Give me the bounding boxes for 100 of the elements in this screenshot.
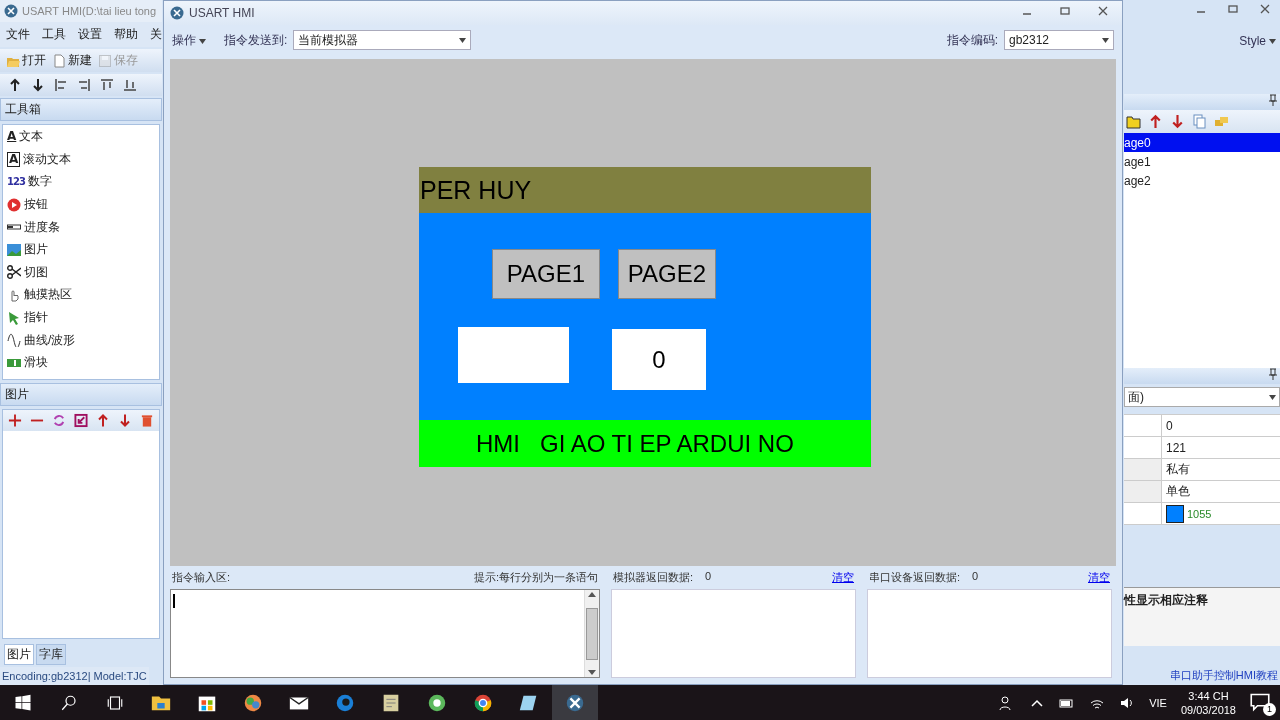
toolbox-item[interactable]: 指针 xyxy=(24,309,48,327)
page-button[interactable]: PAGE1 xyxy=(492,249,600,299)
menu-item[interactable]: 工具 xyxy=(42,26,66,43)
table-cell[interactable]: 0 xyxy=(1162,415,1280,437)
send-to-dropdown[interactable]: 当前模拟器 xyxy=(293,30,472,50)
image-icon xyxy=(7,242,21,257)
screen-header: PER HUY xyxy=(419,167,871,213)
table-cell[interactable]: 121 xyxy=(1162,437,1280,459)
notification-icon[interactable] xyxy=(1250,691,1270,712)
search-icon xyxy=(60,693,78,712)
add-icon[interactable] xyxy=(8,413,22,428)
table-cell[interactable]: 1055 xyxy=(1162,503,1280,525)
table-cell[interactable]: 私有 xyxy=(1162,459,1280,481)
toolbox-item[interactable]: 切图 xyxy=(24,263,48,281)
scroll-down-icon[interactable] xyxy=(588,670,596,675)
color-swatch[interactable] xyxy=(1166,504,1184,523)
scroll-thumb[interactable] xyxy=(586,607,598,660)
pin-icon[interactable] xyxy=(1269,94,1277,106)
save-icon xyxy=(98,53,112,68)
trash-icon[interactable] xyxy=(140,413,154,428)
scrolling-text: HMI GI AO TI EP ARDUI NO xyxy=(419,420,871,467)
send-to-label: 指令发送到: xyxy=(224,31,288,49)
maximize-icon[interactable] xyxy=(1060,6,1070,16)
wave-icon xyxy=(7,333,21,348)
status-text: 串口助手控制HMI教程 xyxy=(1169,669,1278,681)
scroll-text-icon: A xyxy=(7,151,21,167)
toolbox-item[interactable]: 文本 xyxy=(19,128,44,146)
align-left-icon[interactable] xyxy=(54,78,68,92)
number-field[interactable]: 0 xyxy=(612,329,706,390)
return-count: 0 xyxy=(972,570,979,584)
style-menu[interactable]: Style xyxy=(1239,34,1276,48)
align-right-icon[interactable] xyxy=(77,78,91,92)
encoding-label: 指令编码: xyxy=(946,31,998,49)
notification-count: 1 xyxy=(1263,702,1276,716)
up-arrow-icon[interactable] xyxy=(8,78,22,92)
app-logo-icon xyxy=(170,6,184,20)
operate-menu[interactable]: 操作 xyxy=(172,31,206,49)
play-icon xyxy=(7,197,21,212)
toolbox-item[interactable]: 曲线/波形 xyxy=(24,331,76,349)
menu-item[interactable]: 设置 xyxy=(78,26,102,43)
cursor-icon xyxy=(7,310,21,325)
language-indicator[interactable]: VIE xyxy=(1149,696,1167,709)
close-icon[interactable] xyxy=(1098,6,1108,16)
table-cell[interactable]: 单色 xyxy=(1162,481,1280,503)
menu-item[interactable]: 文件 xyxy=(6,26,30,43)
page-item[interactable]: age0 xyxy=(1124,133,1280,152)
text-field[interactable] xyxy=(458,327,569,383)
clock-date[interactable]: 09/03/2018 xyxy=(1180,702,1236,717)
object-dropdown[interactable]: 面) xyxy=(1124,387,1280,407)
caret-icon xyxy=(1102,37,1109,43)
toolbar-button[interactable]: 新建 xyxy=(52,52,92,69)
clock-time[interactable]: 3:44 CH xyxy=(1188,688,1229,703)
pin-icon[interactable] xyxy=(1269,368,1277,380)
command-input[interactable] xyxy=(170,589,600,678)
return-label: 模拟器返回数据: xyxy=(613,570,694,585)
folder-icon[interactable] xyxy=(1126,114,1141,129)
status-text: Encoding:gb2312| Model:TJC xyxy=(0,667,149,685)
return-label: 串口设备返回数据: xyxy=(869,570,961,585)
maximize-icon[interactable] xyxy=(1228,4,1238,14)
scroll-up-icon[interactable] xyxy=(588,592,596,597)
scrollbar[interactable] xyxy=(584,590,599,677)
toolbar-button[interactable]: 打开 xyxy=(6,52,46,69)
toolbox-item[interactable]: 滑块 xyxy=(24,354,48,372)
taskbar-app[interactable] xyxy=(552,685,598,720)
close-icon[interactable] xyxy=(1260,4,1270,14)
panel-header: 图片 xyxy=(0,383,162,406)
number-icon: 123 xyxy=(7,175,25,189)
windows-logo-icon xyxy=(14,693,32,712)
property-description: 性显示相应注释 xyxy=(1124,593,1208,607)
toolbox-item[interactable]: 进度条 xyxy=(24,218,60,236)
task-view-icon xyxy=(106,693,124,712)
toolbox-item[interactable]: 按钮 xyxy=(24,196,48,214)
align-top-icon[interactable] xyxy=(100,78,114,92)
encoding-dropdown[interactable]: gb2312 xyxy=(1004,30,1114,50)
clear-link[interactable]: 清空 xyxy=(1088,570,1110,585)
tab[interactable]: 图片 xyxy=(4,644,34,665)
file-icon xyxy=(52,53,66,68)
align-bottom-icon[interactable] xyxy=(123,78,137,92)
window-title: USART HMI xyxy=(189,6,255,20)
scissors-icon xyxy=(7,265,21,280)
caret-icon xyxy=(199,38,206,44)
toolbox-item[interactable]: 触摸热区 xyxy=(24,286,72,304)
property-value: 1055 xyxy=(1187,507,1212,520)
window-title: USART HMI(D:\tai lieu tong xyxy=(22,5,157,17)
page-button[interactable]: PAGE2 xyxy=(618,249,716,299)
return-count: 0 xyxy=(705,570,712,584)
toolbox-item[interactable]: 数字 xyxy=(27,173,52,191)
tab[interactable]: 字库 xyxy=(36,644,66,665)
toolbox-item[interactable]: 图片 xyxy=(24,241,48,259)
clear-link[interactable]: 清空 xyxy=(832,570,854,585)
panel-header: 工具箱 xyxy=(0,98,162,121)
down-arrow-icon[interactable] xyxy=(31,78,45,92)
menu-item[interactable]: 关 xyxy=(150,26,162,43)
refresh-icon[interactable] xyxy=(52,413,66,428)
caret-icon xyxy=(1269,38,1276,44)
hint-text: 提示:每行分别为一条语句 xyxy=(473,570,598,585)
export-icon[interactable] xyxy=(74,413,88,428)
menu-item[interactable]: 帮助 xyxy=(114,26,138,43)
caret-icon xyxy=(1269,394,1276,400)
toolbox-item[interactable]: 滚动文本 xyxy=(23,150,72,168)
